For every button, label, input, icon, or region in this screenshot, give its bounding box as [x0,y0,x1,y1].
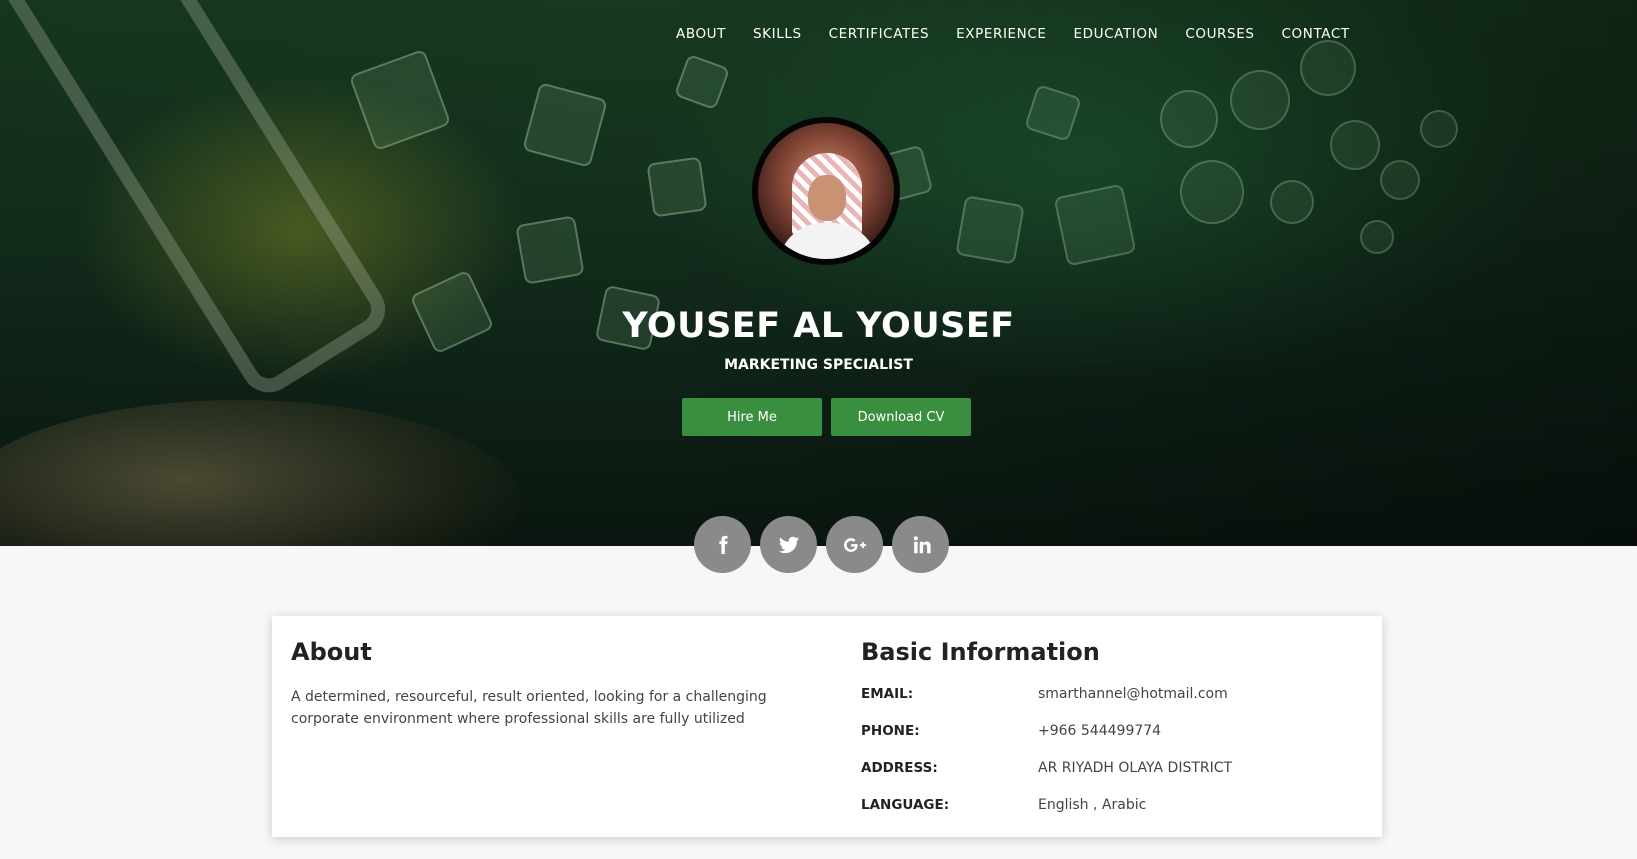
info-row-language: LANGUAGE: English , Arabic [861,797,1341,834]
facebook-icon [718,535,728,554]
nav-item-certificates[interactable]: CERTIFICATES [829,26,930,42]
app-tile-decoration [1380,160,1420,200]
profile-name: YOUSEF AL YOUSEF [622,306,1015,346]
nav-item-contact[interactable]: CONTACT [1282,26,1350,42]
address-value: AR RIYADH OLAYA DISTRICT [1038,760,1233,776]
twitter-button[interactable] [760,516,817,573]
linkedin-button[interactable] [892,516,949,573]
hero-section: ABOUT SKILLS CERTIFICATES EXPERIENCE EDU… [0,0,1637,546]
app-tile-decoration [348,48,452,152]
language-value: English , Arabic [1038,797,1147,813]
nav-item-about[interactable]: ABOUT [676,26,726,42]
nav-item-skills[interactable]: SKILLS [753,26,802,42]
nav-item-experience[interactable]: EXPERIENCE [956,26,1046,42]
avatar [752,117,900,265]
app-tile-decoration [1360,220,1394,254]
app-tile-decoration [515,215,585,285]
download-cv-button[interactable]: Download CV [831,398,971,436]
facebook-button[interactable] [694,516,751,573]
app-tile-decoration [1160,90,1218,148]
info-row-email: EMAIL: smarthannel@hotmail.com [861,686,1341,723]
about-card: About A determined, resourceful, result … [272,616,1382,837]
basic-info-list: EMAIL: smarthannel@hotmail.com PHONE: +9… [861,686,1341,834]
app-tile-decoration [1420,110,1458,148]
profile-title: MARKETING SPECIALIST [724,357,913,373]
social-links [694,516,949,573]
app-tile-decoration [1270,180,1314,224]
linkedin-icon [913,535,931,553]
app-tile-decoration [1180,160,1244,224]
google-plus-icon [843,537,866,552]
google-plus-button[interactable] [826,516,883,573]
app-tile-decoration [646,156,708,218]
app-tile-decoration [955,195,1025,265]
app-tile-decoration [1230,70,1290,130]
info-label: EMAIL: [861,686,914,702]
info-label: PHONE: [861,723,920,739]
phone-value: +966 544499774 [1038,723,1162,739]
about-text: A determined, resourceful, result orient… [291,689,767,727]
info-label: LANGUAGE: [861,797,950,813]
basic-info-heading: Basic Information [861,638,1100,666]
avatar-face [808,175,846,221]
app-tile-decoration [1053,183,1137,267]
info-label: ADDRESS: [861,760,938,776]
app-tile-decoration [522,82,608,168]
hire-me-button[interactable]: Hire Me [682,398,822,436]
hand-decoration [0,400,520,546]
app-tile-decoration [673,53,731,111]
twitter-icon [778,536,799,553]
app-tile-decoration [1300,40,1356,96]
email-value: smarthannel@hotmail.com [1038,686,1228,702]
info-row-phone: PHONE: +966 544499774 [861,723,1341,760]
app-tile-decoration [1024,84,1082,142]
app-tile-decoration [1330,120,1380,170]
info-row-address: ADDRESS: AR RIYADH OLAYA DISTRICT [861,760,1341,797]
main-nav: ABOUT SKILLS CERTIFICATES EXPERIENCE EDU… [676,26,1350,42]
nav-item-courses[interactable]: COURSES [1185,26,1254,42]
page: ABOUT SKILLS CERTIFICATES EXPERIENCE EDU… [0,0,1637,859]
about-heading: About [291,638,372,666]
nav-item-education[interactable]: EDUCATION [1074,26,1159,42]
